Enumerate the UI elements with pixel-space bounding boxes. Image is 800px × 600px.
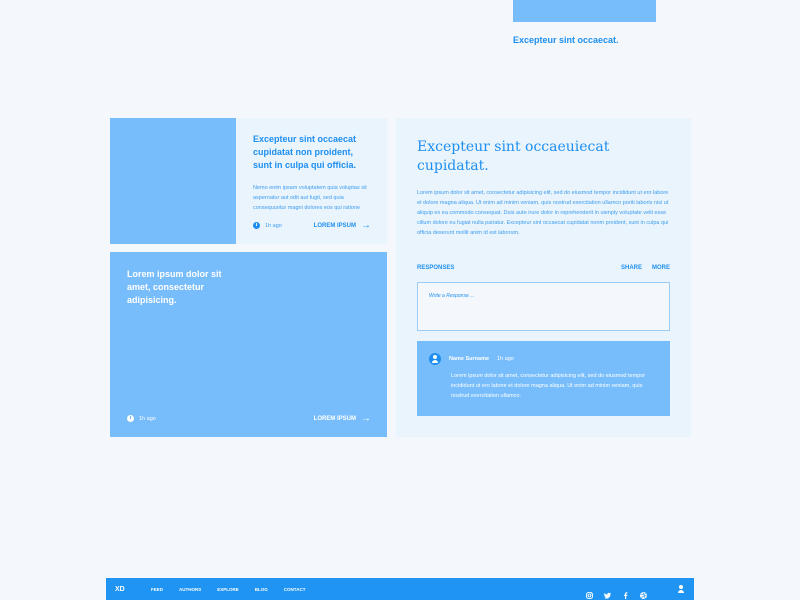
clock-icon (127, 415, 134, 422)
avatar-icon[interactable] (429, 353, 441, 365)
twitter-icon[interactable] (604, 586, 611, 599)
social-links (586, 586, 647, 599)
article-card-body: Excepteur sint occaecat cupidatat non pr… (236, 118, 387, 244)
comment-text: Lorem ipsum dolor sit amet, consectetur … (451, 373, 646, 399)
comment-author[interactable]: Name Surname (449, 356, 489, 362)
more-button[interactable]: MORE (652, 265, 670, 271)
top-article-caption[interactable]: Excepteur sint occaecat. (513, 35, 619, 45)
responses-actions: SHARE MORE (621, 265, 670, 271)
clock-icon (253, 222, 260, 229)
article-card-large-read-label: LOREM IPSUM (313, 415, 356, 422)
comment-time: 1h ago (497, 356, 514, 362)
response-input[interactable]: Write a Response ... (417, 282, 670, 331)
nav-explore[interactable]: EXPLORE (217, 587, 239, 592)
article-card-large-read-link[interactable]: LOREM IPSUM → (313, 412, 371, 424)
nav-authors[interactable]: AUTHORS (179, 587, 201, 592)
footer-bar: XD FEED AUTHORS EXPLORE BLOG CONTACT (106, 578, 694, 600)
comment-header: Name Surname 1h ago (429, 353, 656, 365)
article-card-large[interactable]: Lorem ipsum dolor sit amet, consectetur … (110, 252, 387, 437)
comment: Name Surname 1h ago Lorem ipsum dolor si… (417, 341, 670, 416)
article-card-large-title[interactable]: Lorem ipsum dolor sit amet, consectetur … (127, 268, 227, 307)
article-card-image[interactable] (110, 118, 236, 244)
article-body: Lorem ipsum dolor sit amet, consectetur … (417, 190, 669, 236)
page: Excepteur sint occaecat. Excepteur sint … (0, 0, 800, 600)
article-card-title[interactable]: Excepteur sint occaecat cupidatat non pr… (253, 133, 371, 172)
dribbble-icon[interactable] (640, 586, 647, 599)
article-card-meta: 1h ago LOREM IPSUM → (253, 219, 371, 231)
article-card-large-meta: 1h ago LOREM IPSUM → (127, 412, 371, 424)
nav-feed[interactable]: FEED (151, 587, 163, 592)
responses-bar: RESPONSES SHARE MORE (417, 265, 670, 271)
profile-icon[interactable] (677, 585, 685, 593)
article-card-read-link[interactable]: LOREM IPSUM → (313, 219, 371, 231)
responses-label: RESPONSES (417, 265, 455, 271)
facebook-icon[interactable] (622, 586, 629, 599)
instagram-icon[interactable] (586, 586, 593, 599)
article-card-large-time: 1h ago (127, 415, 156, 422)
article-card-read-label: LOREM IPSUM (313, 222, 356, 229)
footer-nav: FEED AUTHORS EXPLORE BLOG CONTACT (151, 587, 305, 592)
article-card-excerpt: Nemo enim ipsam voluptatem quia voluptas… (253, 185, 367, 211)
article-title: Excepteur sint occaeuiecat cupidatat. (417, 139, 610, 174)
top-article-image[interactable] (513, 0, 656, 22)
response-placeholder: Write a Response ... (429, 293, 475, 299)
article-panel: Excepteur sint occaeuiecat cupidatat. Lo… (396, 118, 691, 437)
article-card-large-time-label: 1h ago (139, 415, 156, 422)
article-card-time: 1h ago (253, 222, 282, 229)
arrow-right-icon: → (361, 219, 371, 231)
nav-blog[interactable]: BLOG (255, 587, 268, 592)
article-card-small[interactable]: Excepteur sint occaecat cupidatat non pr… (110, 118, 387, 244)
arrow-right-icon: → (361, 412, 371, 424)
nav-contact[interactable]: CONTACT (284, 587, 306, 592)
article-card-time-label: 1h ago (265, 222, 282, 229)
logo[interactable]: XD (115, 586, 151, 593)
share-button[interactable]: SHARE (621, 265, 642, 271)
